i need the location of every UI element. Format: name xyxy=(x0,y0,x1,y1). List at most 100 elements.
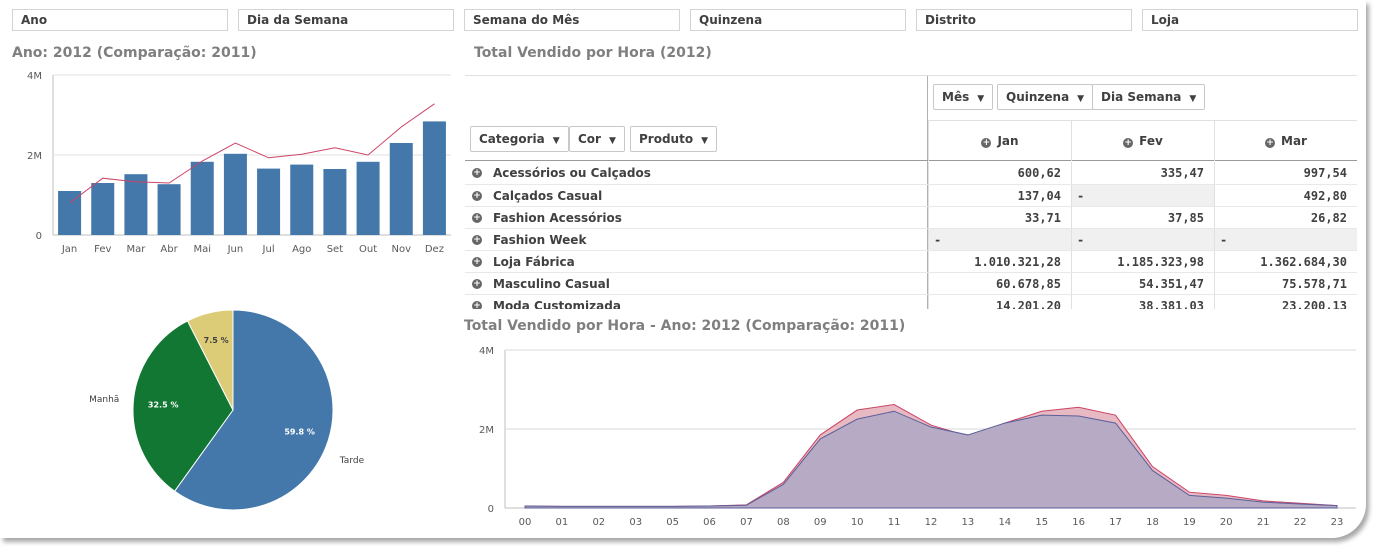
bar[interactable] xyxy=(422,121,446,235)
expand-plus-icon[interactable]: + xyxy=(472,235,482,245)
table-row[interactable]: + Loja Fábrica 1.010.321,28 1.185.323,98 1.3… xyxy=(465,250,1357,273)
y-tick-label: 2M xyxy=(479,425,494,436)
x-tick-label: Out xyxy=(359,244,377,255)
bar[interactable] xyxy=(157,184,181,235)
dim-mes-button[interactable]: Mês ▼ xyxy=(933,84,994,110)
table-cell: 1.362.684,30 xyxy=(1214,251,1357,273)
table-cell: - xyxy=(1214,229,1357,251)
col-header-jan[interactable]: + Jan xyxy=(928,121,1071,161)
dim-cor-button[interactable]: Cor ▼ xyxy=(569,126,625,152)
x-tick-label: 13 xyxy=(962,517,975,528)
filter-semana-do-mes[interactable]: Semana do Mês xyxy=(464,9,680,31)
row-label: Moda Customizada xyxy=(493,299,621,309)
chevron-down-icon: ▼ xyxy=(977,94,985,104)
expand-plus-icon[interactable]: + xyxy=(472,301,482,309)
expand-plus-icon[interactable]: + xyxy=(472,213,482,223)
filter-dia-da-semana[interactable]: Dia da Semana xyxy=(238,9,454,31)
bar[interactable] xyxy=(223,153,247,235)
table-cell: 997,54 xyxy=(1214,162,1357,184)
filter-ano[interactable]: Ano xyxy=(12,9,228,31)
table-cell: 1.185.323,98 xyxy=(1071,251,1214,273)
chevron-down-icon: ▼ xyxy=(608,136,616,146)
table-row[interactable]: + Moda Customizada 14.201,20 38.381,03 23.20… xyxy=(465,294,1357,309)
bar[interactable] xyxy=(323,169,347,235)
table-row[interactable]: + Acessórios ou Calçados 600,62 335,47 997,5… xyxy=(465,162,1357,184)
bar[interactable] xyxy=(290,164,314,235)
table-cell: 26,82 xyxy=(1214,207,1357,229)
comparison-line[interactable] xyxy=(69,103,435,204)
table-cell: 600,62 xyxy=(928,162,1071,184)
pie-category-label: Noite xyxy=(186,285,210,286)
x-tick-label: 16 xyxy=(1072,517,1085,528)
bar[interactable] xyxy=(190,161,214,235)
table-cell: 33,71 xyxy=(928,207,1071,229)
table-cell: - xyxy=(1071,185,1214,207)
bar[interactable] xyxy=(124,174,148,235)
dim-produto-label: Produto xyxy=(639,132,694,146)
col-header-fev[interactable]: + Fev xyxy=(1071,121,1214,161)
x-tick-label: Ago xyxy=(292,244,311,255)
x-tick-label: 21 xyxy=(1257,517,1270,528)
pie-value-label: 7.5 % xyxy=(204,336,229,345)
y-tick-label: 2M xyxy=(27,151,42,162)
bar-line-chart[interactable]: 0 2M 4M Jan Fev Mar Abr Mai Jun Jul Ago Set Out Nov De… xyxy=(0,70,460,265)
x-tick-label: Dez xyxy=(425,244,444,255)
table-cell: 23.200,13 xyxy=(1214,295,1357,309)
chevron-down-icon: ▼ xyxy=(552,136,560,146)
bar[interactable] xyxy=(356,161,380,235)
filter-distrito[interactable]: Distrito xyxy=(916,9,1132,31)
table-row[interactable]: + Calçados Casual 137,04-492,80 xyxy=(465,184,1357,207)
x-tick-label: 00 xyxy=(519,517,532,528)
expand-plus-icon[interactable]: + xyxy=(1123,138,1134,148)
filter-quinzena[interactable]: Quinzena xyxy=(690,9,906,31)
table-cell: 137,04 xyxy=(928,185,1071,207)
x-tick-label: Jul xyxy=(262,244,275,255)
area-chart[interactable]: 0 2M 4M 00 01 02 03 05 06 07 08 09 10 11 12 13 14 15 16 17 1… xyxy=(460,340,1366,538)
x-tick-label: 10 xyxy=(851,517,864,528)
expand-plus-icon[interactable]: + xyxy=(472,191,482,201)
x-tick-label: 11 xyxy=(888,517,901,528)
dim-categoria-label: Categoria xyxy=(479,132,545,146)
pivot-table: Mês ▼ Quinzena ▼ Dia Semana ▼ Categoria ▼ Co… xyxy=(465,75,1357,309)
y-tick-label: 4M xyxy=(479,346,494,357)
table-cell: 38.381,03 xyxy=(1071,295,1214,309)
filter-loja[interactable]: Loja xyxy=(1142,9,1358,31)
x-tick-label: 18 xyxy=(1146,517,1159,528)
dim-quinzena-button[interactable]: Quinzena ▼ xyxy=(997,84,1094,110)
pie-chart[interactable]: 59.8 % Tarde 32.5 % Manhã 7.5 % Noite xyxy=(80,285,380,520)
dim-cor-label: Cor xyxy=(578,132,601,146)
table-cell: 492,80 xyxy=(1214,185,1357,207)
bar[interactable] xyxy=(389,143,413,235)
x-tick-label: 01 xyxy=(556,517,569,528)
table-row[interactable]: + Masculino Casual 60.678,85 54.351,47 75.57… xyxy=(465,272,1357,295)
bar[interactable] xyxy=(91,183,115,235)
dim-produto-button[interactable]: Produto ▼ xyxy=(630,126,717,152)
chevron-down-icon: ▼ xyxy=(701,136,708,146)
table-cell: 75.578,71 xyxy=(1214,273,1357,295)
table-row[interactable]: + Fashion Week - - - xyxy=(465,228,1357,251)
x-tick-label: Jan xyxy=(61,244,77,255)
dim-dia-semana-button[interactable]: Dia Semana ▼ xyxy=(1092,84,1206,110)
bar[interactable] xyxy=(257,168,281,235)
x-tick-label: 23 xyxy=(1331,517,1344,528)
x-tick-label: 17 xyxy=(1109,517,1122,528)
x-tick-label: 12 xyxy=(925,517,938,528)
expand-plus-icon[interactable]: + xyxy=(472,168,482,178)
expand-plus-icon[interactable]: + xyxy=(472,257,482,267)
table-cell: 14.201,20 xyxy=(928,295,1071,309)
table-row[interactable]: + Fashion Acessórios 33,71 37,85 26,82 xyxy=(465,206,1357,229)
x-tick-label: 08 xyxy=(777,517,790,528)
dim-categoria-button[interactable]: Categoria ▼ xyxy=(470,126,569,152)
expand-plus-icon[interactable]: + xyxy=(1265,138,1276,148)
bar-chart-title: Ano: 2012 (Comparação: 2011) xyxy=(12,45,257,61)
expand-plus-icon[interactable]: + xyxy=(472,279,482,289)
x-tick-label: Mai xyxy=(193,244,211,255)
x-tick-label: Mar xyxy=(126,244,146,255)
expand-plus-icon[interactable]: + xyxy=(981,138,992,148)
dim-quinzena-label: Quinzena xyxy=(1006,90,1070,104)
col-header-mar[interactable]: + Mar xyxy=(1214,121,1357,161)
chevron-down-icon: ▼ xyxy=(1189,94,1197,104)
row-label: Fashion Week xyxy=(493,233,587,247)
dashboard-frame: Ano Dia da Semana Semana do Mês Quinzena… xyxy=(0,0,1366,538)
x-tick-label: Nov xyxy=(391,244,411,255)
